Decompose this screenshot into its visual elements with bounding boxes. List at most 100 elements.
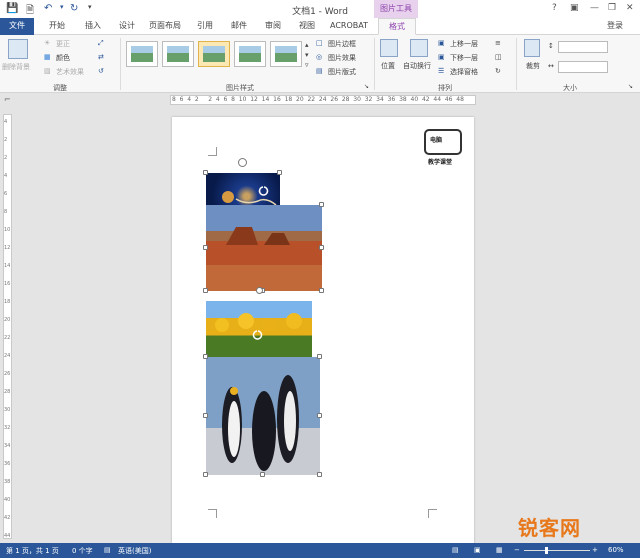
color-icon[interactable]: ▦ [44, 53, 51, 61]
tulips-picture[interactable] [206, 301, 312, 357]
picture-layout-icon[interactable]: ▤ [316, 67, 323, 75]
tab-page-layout[interactable]: 页面布局 [144, 18, 186, 35]
resize-handle[interactable] [317, 472, 322, 477]
language-indicator[interactable]: 英语(美国) [118, 546, 151, 556]
picture-layout-button[interactable]: 图片版式 [328, 67, 356, 77]
resize-handle[interactable] [203, 472, 208, 477]
vertical-ruler-number: 2 [4, 137, 8, 143]
page-count[interactable]: 第 1 页，共 1 页 [6, 546, 59, 556]
width-input[interactable] [558, 61, 608, 73]
resize-handle[interactable] [203, 288, 208, 293]
picture-style-thumbnail[interactable] [126, 41, 158, 67]
close-icon[interactable]: ✕ [626, 3, 634, 13]
color-button[interactable]: 颜色 [56, 53, 70, 63]
gallery-more-icon[interactable]: ▿ [305, 61, 309, 69]
ribbon: 删除背景 ☀ 更正 ▦ 颜色 ▧ 艺术效果 ⤢ ⇄ ↺ 调整 ▴ ▾ ▿ □ 图… [0, 35, 640, 93]
resize-handle[interactable] [319, 288, 324, 293]
tab-file[interactable]: 文件 [0, 18, 34, 35]
rotate-handle[interactable] [256, 287, 263, 294]
read-mode-icon[interactable]: ▤ [452, 546, 459, 554]
resize-handle[interactable] [260, 472, 265, 477]
crop-button[interactable]: 裁剪 [526, 61, 540, 71]
proofing-icon[interactable]: ▤ [104, 546, 111, 554]
zoom-slider[interactable] [524, 550, 590, 551]
size-dialog-launcher-icon[interactable]: ↘ [628, 83, 633, 90]
restore-icon[interactable]: ❐ [608, 3, 616, 13]
resize-handle[interactable] [203, 413, 208, 418]
corrections-button[interactable]: 更正 [56, 39, 70, 49]
selection-pane-button[interactable]: 选择窗格 [450, 67, 478, 77]
picture-border-icon[interactable]: □ [316, 39, 323, 47]
gallery-scroll-up-icon[interactable]: ▴ [305, 41, 309, 49]
rotate-handle[interactable] [238, 158, 247, 167]
resize-handle[interactable] [319, 245, 324, 250]
web-layout-icon[interactable]: ▦ [496, 546, 503, 554]
picture-border-button[interactable]: 图片边框 [328, 39, 356, 49]
watermark: 锐客网 [518, 516, 581, 540]
word-count[interactable]: 0 个字 [72, 546, 93, 556]
tab-insert[interactable]: 插入 [78, 18, 108, 35]
picture-style-thumbnail[interactable] [162, 41, 194, 67]
desert-picture[interactable] [206, 205, 322, 291]
penguins-picture[interactable] [206, 357, 320, 475]
zoom-slider-thumb[interactable] [545, 547, 548, 554]
resize-handle[interactable] [277, 170, 282, 175]
send-backward-button[interactable]: 下移一层 [450, 53, 478, 63]
height-input[interactable] [558, 41, 608, 53]
selection-pane-icon[interactable]: ☰ [438, 67, 444, 75]
artistic-effects-icon[interactable]: ▧ [44, 67, 51, 75]
tab-selector-icon[interactable]: ⌐ [4, 95, 11, 104]
tab-view[interactable]: 视图 [294, 18, 320, 35]
corrections-icon[interactable]: ☀ [44, 39, 50, 47]
ruler-numbers: 8 6 4 2 2 4 6 8 10 12 14 16 18 20 22 24 … [172, 96, 464, 103]
change-picture-icon[interactable]: ⇄ [98, 53, 104, 61]
zoom-in-icon[interactable]: + [592, 546, 598, 554]
reset-picture-icon[interactable]: ↺ [98, 67, 104, 75]
styles-dialog-launcher-icon[interactable]: ↘ [364, 83, 369, 90]
zoom-out-icon[interactable]: − [514, 546, 520, 554]
tab-mailings[interactable]: 邮件 [226, 18, 252, 35]
resize-handle[interactable] [317, 413, 322, 418]
rotate-icon[interactable]: ↻ [495, 67, 501, 75]
remove-background-button[interactable]: 删除背景 [2, 62, 30, 72]
ribbon-display-icon[interactable]: ▣ [570, 3, 579, 13]
artistic-effects-button[interactable]: 艺术效果 [56, 67, 84, 77]
tab-acrobat[interactable]: ACROBAT [326, 18, 372, 35]
picture-style-thumbnail-selected[interactable] [198, 41, 230, 67]
align-icon[interactable]: ≡ [495, 39, 501, 47]
resize-handle[interactable] [203, 354, 208, 359]
tab-references[interactable]: 引用 [192, 18, 218, 35]
remove-background-icon[interactable] [8, 39, 28, 59]
resize-handle[interactable] [203, 170, 208, 175]
login-link[interactable]: 登录 [600, 18, 630, 35]
picture-effects-button[interactable]: 图片效果 [328, 53, 356, 63]
picture-style-thumbnail[interactable] [234, 41, 266, 67]
wrap-text-button[interactable]: 自动换行 [403, 61, 431, 71]
bring-forward-icon[interactable]: ▣ [438, 39, 445, 47]
help-icon[interactable]: ? [552, 3, 557, 13]
bring-forward-button[interactable]: 上移一层 [450, 39, 478, 49]
resize-handle[interactable] [317, 354, 322, 359]
minimize-icon[interactable]: — [590, 3, 599, 13]
picture-style-thumbnail[interactable] [270, 41, 302, 67]
gallery-scroll-down-icon[interactable]: ▾ [305, 51, 309, 59]
picture-effects-icon[interactable]: ◎ [316, 53, 322, 61]
group-icon[interactable]: ◫ [495, 53, 502, 61]
resize-handle[interactable] [319, 202, 324, 207]
send-backward-icon[interactable]: ▣ [438, 53, 445, 61]
document-page[interactable]: 电脑 教学课堂 [172, 117, 474, 547]
zoom-level[interactable]: 60% [608, 546, 624, 554]
wrap-text-icon[interactable] [410, 39, 428, 57]
print-layout-icon[interactable]: ▣ [474, 546, 481, 554]
tab-design[interactable]: 设计 [112, 18, 142, 35]
position-icon[interactable] [380, 39, 398, 57]
vertical-ruler-number: 4 [4, 119, 8, 125]
tab-home[interactable]: 开始 [42, 18, 72, 35]
resize-handle[interactable] [203, 245, 208, 250]
tab-format[interactable]: 格式 [378, 18, 416, 35]
crop-icon[interactable] [524, 39, 540, 57]
tab-review[interactable]: 审阅 [260, 18, 286, 35]
vertical-ruler-number: 32 [4, 425, 11, 431]
position-button[interactable]: 位置 [381, 61, 395, 71]
compress-pictures-icon[interactable]: ⤢ [98, 39, 104, 48]
